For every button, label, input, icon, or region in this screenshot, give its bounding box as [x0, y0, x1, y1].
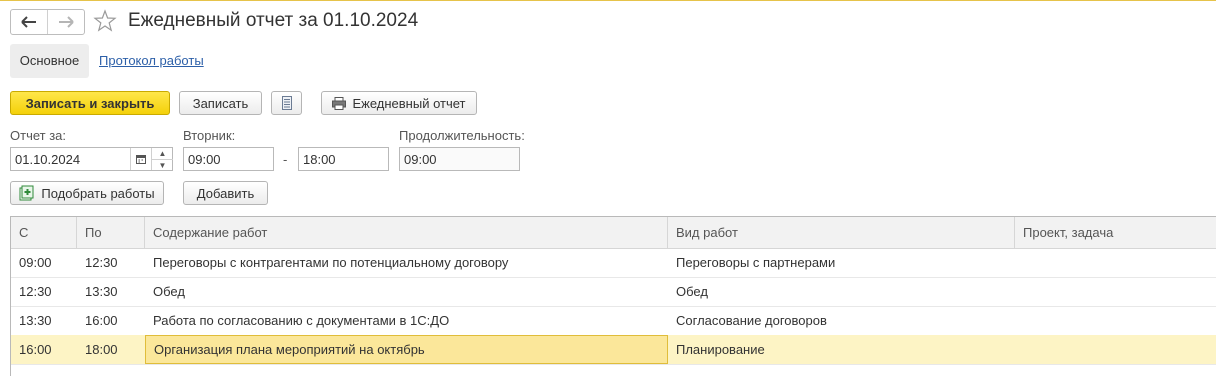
cell-work-type[interactable]: Обед	[668, 277, 1015, 306]
duration-field	[399, 147, 520, 171]
time-range-separator: -	[283, 152, 288, 167]
cell-work-type[interactable]: Согласование договоров	[668, 306, 1015, 335]
save-button[interactable]: Записать	[179, 91, 262, 115]
cell-from[interactable]: 16:00	[11, 335, 77, 364]
save-and-close-button[interactable]: Записать и закрыть	[10, 91, 170, 115]
time-to-field[interactable]	[298, 147, 389, 171]
stepper-up-icon[interactable]: ▲	[152, 148, 173, 159]
duration-label: Продолжительность:	[399, 128, 525, 143]
add-label: Добавить	[196, 185, 255, 201]
day-of-week-label: Вторник:	[183, 128, 236, 143]
column-header-to[interactable]: По	[77, 217, 145, 248]
arrow-left-icon	[21, 16, 36, 28]
cell-from[interactable]: 12:30	[11, 277, 77, 306]
report-date-input[interactable]	[11, 148, 130, 170]
save-label: Записать	[192, 95, 249, 111]
cell-content[interactable]: Работа по согласованию с документами в 1…	[145, 306, 668, 335]
cell-to[interactable]: 18:00	[77, 335, 145, 364]
tab-main[interactable]: Основное	[10, 44, 89, 78]
tab-work-log[interactable]: Протокол работы	[99, 44, 204, 78]
table-row-selected[interactable]: 16:00 18:00 Организация плана мероприяти…	[11, 335, 1216, 365]
cell-content[interactable]: Обед	[145, 277, 668, 306]
daily-report-label: Ежедневный отчет	[352, 95, 466, 111]
time-from-input[interactable]	[184, 148, 273, 170]
table-row[interactable]: 09:00 12:30 Переговоры с контрагентами п…	[11, 248, 1216, 278]
table-row[interactable]: 12:30 13:30 Обед Обед	[11, 277, 1216, 307]
add-from-list-icon	[19, 185, 35, 201]
cell-project[interactable]	[1015, 248, 1216, 277]
duration-input	[400, 148, 519, 170]
arrow-right-icon	[59, 16, 74, 28]
cell-from[interactable]: 09:00	[11, 248, 77, 277]
report-date-field[interactable]: ▲ ▼	[10, 147, 173, 171]
column-header-work-type[interactable]: Вид работ	[668, 217, 1015, 248]
back-button[interactable]	[11, 10, 47, 34]
pick-work-label: Подобрать работы	[41, 185, 155, 201]
document-list-button[interactable]	[271, 91, 302, 115]
cell-content[interactable]: Переговоры с контрагентами по потенциаль…	[145, 248, 668, 277]
calendar-icon	[136, 155, 146, 164]
cell-to[interactable]: 16:00	[77, 306, 145, 335]
printer-icon	[332, 96, 347, 110]
time-to-input[interactable]	[299, 148, 388, 170]
time-from-field[interactable]	[183, 147, 274, 171]
cell-from[interactable]: 13:30	[11, 306, 77, 335]
date-stepper[interactable]: ▲ ▼	[151, 148, 173, 170]
window-top-border	[0, 0, 1216, 1]
cell-project[interactable]	[1015, 277, 1216, 306]
cell-content-focused[interactable]: Организация плана мероприятий на октябрь	[145, 335, 668, 364]
work-table: С По Содержание работ Вид работ Проект, …	[10, 216, 1216, 376]
table-row[interactable]: 13:30 16:00 Работа по согласованию с док…	[11, 306, 1216, 336]
column-header-content[interactable]: Содержание работ	[145, 217, 668, 248]
column-header-project[interactable]: Проект, задача	[1015, 217, 1216, 248]
column-header-from[interactable]: С	[11, 217, 77, 248]
star-icon[interactable]	[93, 9, 117, 33]
cell-project[interactable]	[1015, 335, 1216, 364]
save-and-close-label: Записать и закрыть	[25, 95, 155, 111]
report-date-label: Отчет за:	[10, 128, 67, 143]
document-list-icon	[281, 96, 292, 110]
nav-buttons	[10, 9, 85, 35]
cell-work-type[interactable]: Планирование	[668, 335, 1015, 364]
cell-project[interactable]	[1015, 306, 1216, 335]
add-button[interactable]: Добавить	[183, 181, 268, 205]
page-title: Ежедневный отчет за 01.10.2024	[128, 10, 419, 31]
daily-report-print-button[interactable]: Ежедневный отчет	[321, 91, 477, 115]
cell-work-type[interactable]: Переговоры с партнерами	[668, 248, 1015, 277]
forward-button[interactable]	[47, 10, 84, 34]
pick-work-button[interactable]: Подобрать работы	[10, 181, 164, 205]
cell-to[interactable]: 12:30	[77, 248, 145, 277]
cell-to[interactable]: 13:30	[77, 277, 145, 306]
calendar-button[interactable]	[130, 148, 151, 170]
table-header: С По Содержание работ Вид работ Проект, …	[11, 217, 1216, 249]
stepper-down-icon[interactable]: ▼	[152, 159, 173, 171]
